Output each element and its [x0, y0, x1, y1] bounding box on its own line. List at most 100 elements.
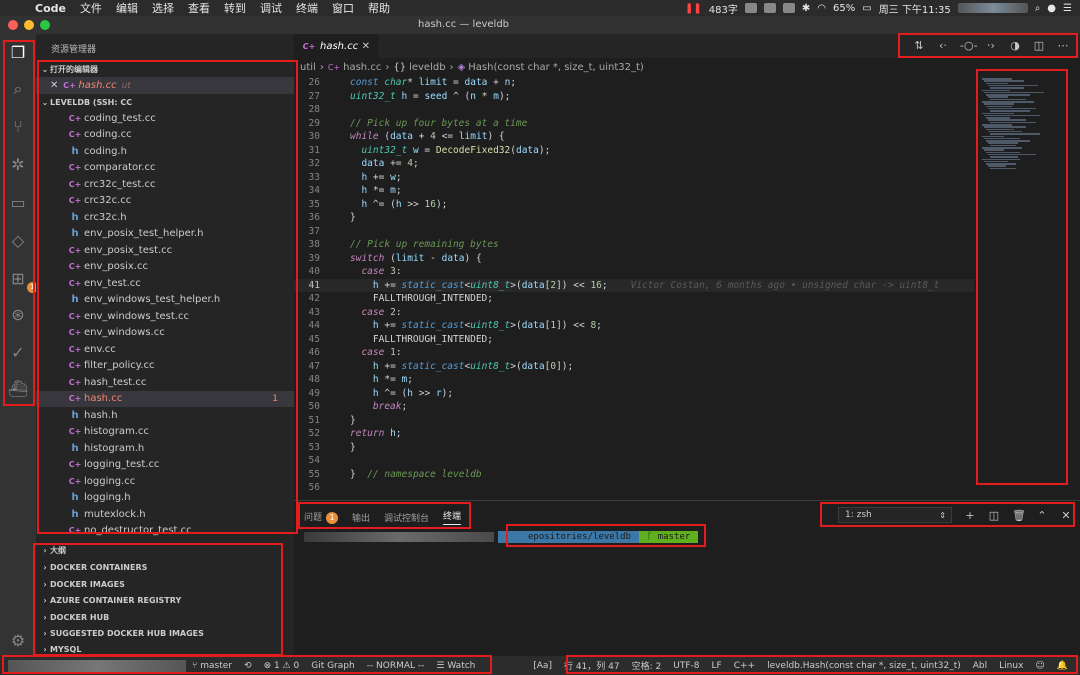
remote-explorer-icon[interactable]: ▭ [7, 192, 29, 214]
tray-icon[interactable] [782, 3, 795, 13]
feedback-icon[interactable]: ☺ [1029, 661, 1050, 671]
docker-hub-section[interactable]: › DOCKER HUB [36, 609, 294, 626]
tab-output[interactable]: 输出 [352, 511, 370, 524]
folder-header[interactable]: ⌄ LEVELDB (SSH: CC [36, 94, 294, 110]
bell-icon[interactable]: 🔔 [1051, 661, 1074, 671]
split-terminal-icon[interactable]: ◫ [988, 509, 1000, 522]
new-terminal-icon[interactable]: + [964, 509, 976, 522]
file-item[interactable]: h env_windows_test_helper.h [36, 292, 294, 309]
split-editor-icon[interactable]: ◫ [1032, 39, 1046, 53]
tab-problems[interactable]: 问题 1 [304, 510, 339, 524]
menu-edit[interactable]: 编辑 [109, 0, 145, 16]
watch-button[interactable]: ☰ Watch [430, 661, 481, 671]
sync-icon[interactable]: ⟲ [238, 661, 258, 671]
close-panel-icon[interactable]: ✕ [1060, 509, 1072, 522]
open-editor-item[interactable]: ✕ C+ hash.cc ut [36, 77, 294, 94]
record-icon[interactable]: ❚❚ [685, 3, 702, 14]
breadcrumb-namespace[interactable]: leveldb [409, 62, 445, 73]
branch-indicator[interactable]: ⑂ master [186, 661, 238, 671]
debug-icon[interactable]: ✲ [7, 154, 29, 176]
tab-debug-console[interactable]: 调试控制台 [384, 511, 429, 524]
notification-center-icon[interactable]: ☰ [1063, 3, 1072, 14]
breadcrumb-function[interactable]: Hash(const char *, size_t, uint32_t) [468, 62, 644, 73]
menu-view[interactable]: 查看 [181, 0, 217, 16]
menu-terminal[interactable]: 终端 [289, 0, 325, 16]
search-icon[interactable]: ⌕ [7, 78, 29, 100]
outline-section[interactable]: › 大纲 [36, 542, 294, 559]
open-changes-icon[interactable]: ◑ [1008, 39, 1022, 53]
gear-icon[interactable]: ⚙ [7, 630, 29, 652]
file-item[interactable]: C+ crc32c.cc [36, 193, 294, 210]
docker-images-section[interactable]: › DOCKER IMAGES [36, 576, 294, 593]
file-item[interactable]: C+ histogram.cc [36, 424, 294, 441]
git-graph-button[interactable]: Git Graph [305, 661, 360, 671]
terminal-prompt[interactable]: epositories/leveldb ᚴ master [304, 531, 699, 543]
clock[interactable]: 周三 下午11:35 [879, 1, 951, 16]
compare-changes-icon[interactable]: ⇅ [912, 39, 926, 53]
file-item[interactable]: C+ env_posix_test.cc [36, 242, 294, 259]
breadcrumb-folder[interactable]: util [300, 62, 316, 73]
close-icon[interactable]: ✕ [362, 41, 370, 52]
language-mode[interactable]: C++ [728, 661, 761, 671]
line-ending[interactable]: LF [705, 661, 727, 671]
file-item[interactable]: C+ crc32c_test.cc [36, 176, 294, 193]
tab-hash-cc[interactable]: C+ hash.cc ✕ [294, 34, 378, 58]
more-actions-icon[interactable]: ⋯ [1056, 39, 1070, 53]
file-item[interactable]: C+ hash.cc 1 [36, 390, 294, 407]
close-window-button[interactable] [8, 20, 18, 30]
case-sensitivity[interactable]: [Aa] [527, 661, 558, 671]
docker-icon[interactable]: ⛴ [7, 378, 29, 400]
close-icon[interactable]: ✕ [50, 80, 58, 91]
abl-indicator[interactable]: Abl [967, 661, 993, 671]
tray-icon[interactable] [763, 3, 776, 13]
menu-selection[interactable]: 选择 [145, 0, 181, 16]
trash-icon[interactable]: 🗑 [1012, 509, 1026, 522]
file-item[interactable]: C+ comparator.cc [36, 160, 294, 177]
file-item[interactable]: h crc32c.h [36, 209, 294, 226]
menu-window[interactable]: 窗口 [325, 0, 361, 16]
file-item[interactable]: h logging.h [36, 490, 294, 507]
maximize-panel-icon[interactable]: ⌃ [1036, 509, 1048, 522]
todo-check-icon[interactable]: ✓ [7, 342, 29, 364]
menu-file[interactable]: 文件 [73, 0, 109, 16]
menu-help[interactable]: 帮助 [361, 0, 397, 16]
file-item[interactable]: C+ env_posix.cc [36, 259, 294, 276]
next-change-icon[interactable]: ⋅› [984, 39, 998, 53]
azure-registry-section[interactable]: › AZURE CONTAINER REGISTRY [36, 592, 294, 609]
file-item[interactable]: h coding.h [36, 143, 294, 160]
code-editor[interactable]: 26 const char* limit = data + n; 27 uint32… [294, 76, 974, 496]
file-item[interactable]: h hash.h [36, 407, 294, 424]
open-editors-header[interactable]: ⌄ 打开的编辑器 [36, 61, 294, 77]
menu-app-name[interactable]: Code [28, 2, 73, 15]
suggested-docker-images-section[interactable]: › SUGGESTED DOCKER HUB IMAGES [36, 625, 294, 642]
file-item[interactable]: C+ coding_test.cc [36, 110, 294, 127]
breadcrumb-file[interactable]: hash.cc [343, 62, 381, 73]
git-graph-icon[interactable]: ⊛ [7, 304, 29, 326]
file-item[interactable]: h histogram.h [36, 440, 294, 457]
file-item[interactable]: h mutexlock.h [36, 506, 294, 523]
docker-containers-section[interactable]: › DOCKER CONTAINERS [36, 559, 294, 576]
encoding[interactable]: UTF-8 [667, 661, 705, 671]
terminal-select[interactable]: 1: zsh ⇕ [838, 507, 952, 523]
file-item[interactable]: C+ filter_policy.cc [36, 358, 294, 375]
file-item[interactable]: h env_posix_test_helper.h [36, 226, 294, 243]
wifi-icon[interactable]: ◠ [817, 3, 826, 14]
explorer-icon[interactable]: ❐ [7, 42, 29, 64]
file-item[interactable]: C+ no_destructor_test.cc [36, 523, 294, 540]
zoom-window-button[interactable] [40, 20, 50, 30]
indentation[interactable]: 空格: 2 [626, 659, 668, 672]
file-item[interactable]: C+ env_windows.cc [36, 325, 294, 342]
menu-go[interactable]: 转到 [217, 0, 253, 16]
tab-terminal[interactable]: 终端 [443, 509, 462, 525]
tray-icon[interactable] [744, 3, 757, 13]
file-item[interactable]: C+ logging.cc [36, 473, 294, 490]
spotlight-icon[interactable]: ⌕ [1035, 3, 1041, 14]
file-item[interactable]: C+ coding.cc [36, 127, 294, 144]
file-item[interactable]: C+ logging_test.cc [36, 457, 294, 474]
cursor-position[interactable]: 行 41，列 47 [558, 659, 626, 672]
menu-debug[interactable]: 调试 [253, 0, 289, 16]
minimize-window-button[interactable] [24, 20, 34, 30]
file-item[interactable]: C+ hash_test.cc [36, 374, 294, 391]
os-indicator[interactable]: Linux [993, 661, 1029, 671]
source-control-icon[interactable]: ⑂ [7, 116, 29, 138]
